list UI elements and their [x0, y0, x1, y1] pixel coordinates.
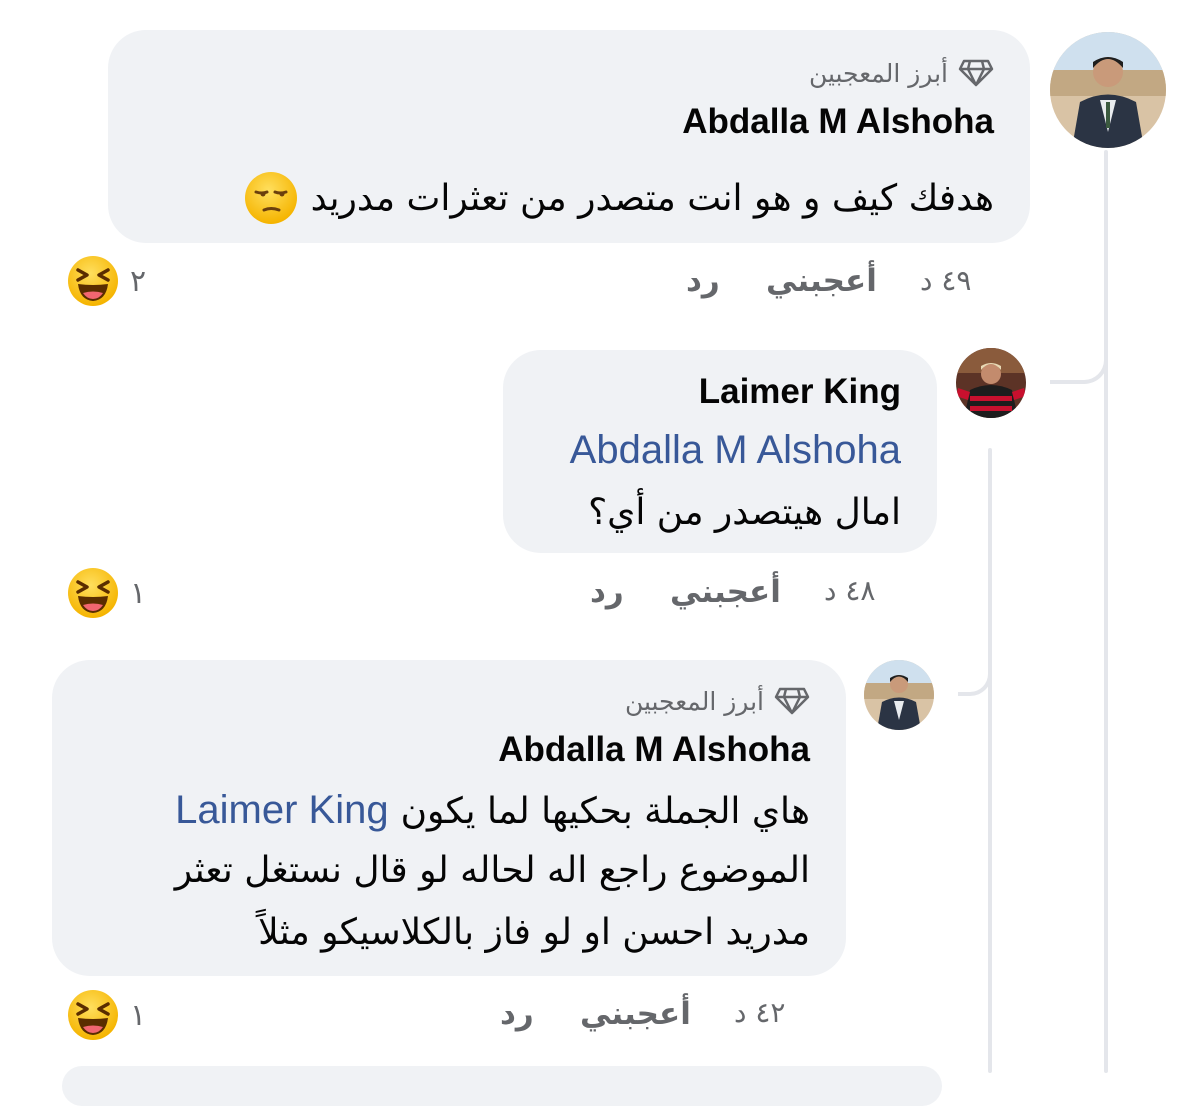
- mention-link[interactable]: Abdalla M Alshoha: [570, 428, 901, 472]
- reply-button[interactable]: رد: [590, 574, 624, 610]
- like-button[interactable]: أعجبني: [580, 996, 691, 1032]
- avatar-abdalla[interactable]: [1050, 32, 1166, 148]
- comment-bubble-3: أبرز المعجبين Abdalla M Alshoha هاي الجم…: [52, 660, 846, 976]
- comment-text: امال هيتصدر من أي؟: [588, 492, 901, 533]
- reaction-count: ١: [130, 575, 147, 611]
- badge-label: أبرز المعجبين: [808, 58, 948, 88]
- laughing-face-icon: [68, 990, 118, 1040]
- thread-line-main: [1104, 150, 1108, 1073]
- thread-connector-reply-1: [1050, 330, 1108, 384]
- reaction-summary[interactable]: ١: [68, 990, 146, 1040]
- comment-time[interactable]: ٤٢ د: [734, 996, 785, 1029]
- reply-button[interactable]: رد: [686, 263, 720, 299]
- comment-bubble-1: أبرز المعجبين Abdalla M Alshoha هدفك كيف…: [108, 30, 1030, 243]
- comment-author[interactable]: Abdalla M Alshoha: [682, 102, 994, 142]
- like-button[interactable]: أعجبني: [766, 263, 877, 299]
- comment-text: هدفك كيف و هو انت متصدر من تعثرات مدريد: [244, 172, 994, 224]
- laughing-face-icon: [68, 568, 118, 618]
- comment-author[interactable]: Abdalla M Alshoha: [498, 730, 810, 770]
- reaction-summary[interactable]: ٢: [68, 256, 146, 306]
- diamond-icon: [774, 686, 810, 716]
- like-button[interactable]: أعجبني: [670, 574, 781, 610]
- laughing-face-icon: [68, 256, 118, 306]
- mention-link[interactable]: Laimer King: [175, 788, 388, 833]
- avatar-abdalla[interactable]: [864, 660, 934, 730]
- mention-line: Abdalla M Alshoha: [570, 428, 901, 473]
- avatar-laimer-king[interactable]: [956, 348, 1026, 418]
- top-fan-badge: أبرز المعجبين: [809, 58, 994, 88]
- comment-text-line-3: مدريد احسن او لو فاز بالكلاسيكو مثلاً: [258, 912, 810, 953]
- comment-bubble-2: Laimer King Abdalla M Alshoha امال هيتصد…: [503, 350, 937, 553]
- comment-time[interactable]: ٤٨ د: [824, 574, 875, 607]
- reaction-count: ١: [130, 997, 147, 1033]
- comment-text-line-2: الموضوع راجع اله لحاله لو قال نستغل تعثر: [174, 850, 810, 891]
- unamused-face-icon: [244, 172, 297, 224]
- comment-time[interactable]: ٤٩ د: [920, 264, 971, 297]
- thread-line-reply: [988, 448, 992, 1073]
- comment-bubble-next: [62, 1066, 942, 1106]
- thread-connector-reply-2: [958, 640, 992, 696]
- diamond-icon: [958, 58, 994, 88]
- badge-label: أبرز المعجبين: [624, 686, 764, 716]
- reaction-count: ٢: [130, 263, 147, 299]
- reply-button[interactable]: رد: [500, 996, 534, 1032]
- top-fan-badge: أبرز المعجبين: [625, 686, 810, 716]
- reaction-summary[interactable]: ١: [68, 568, 146, 618]
- comment-text-line-1: هاي الجملة بحكيها لما يكون Laimer King: [175, 788, 810, 833]
- comment-author[interactable]: Laimer King: [699, 372, 901, 412]
